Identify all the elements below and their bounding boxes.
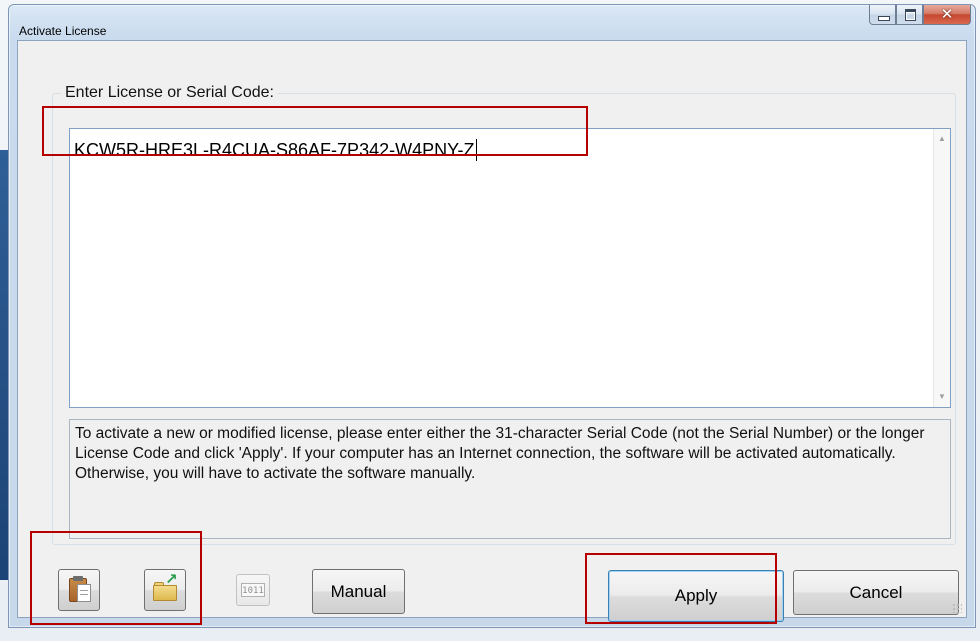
binary-button[interactable]: 1011	[236, 574, 270, 606]
maximize-button[interactable]	[896, 5, 923, 25]
license-code-text: KCW5R-HRE3L-R4CUA-S86AF-7P342-W4PNY-Z	[74, 140, 475, 160]
group-label: Enter License or Serial Code:	[61, 84, 278, 102]
text-caret	[476, 139, 477, 161]
scroll-up-arrow-icon[interactable]: ▲	[934, 131, 950, 147]
vertical-scrollbar[interactable]: ▲ ▼	[933, 129, 950, 407]
title-bar[interactable]: Activate License ✕	[9, 5, 975, 39]
desktop: Activate License ✕ Enter License or Seri…	[0, 0, 980, 641]
cancel-button-label: Cancel	[849, 583, 903, 602]
apply-button[interactable]: Apply	[608, 570, 784, 622]
minimize-icon	[878, 16, 890, 21]
apply-button-label: Apply	[674, 586, 718, 605]
dialog-body: Enter License or Serial Code: KCW5R-HRE3…	[17, 40, 967, 622]
license-group: Enter License or Serial Code: KCW5R-HRE3…	[52, 84, 956, 545]
manual-button-label: Manual	[330, 582, 387, 601]
folder-open-icon: ↗	[153, 572, 179, 602]
close-button[interactable]: ✕	[923, 5, 971, 25]
open-file-button[interactable]: ↗	[144, 569, 186, 611]
manual-button[interactable]: Manual	[312, 569, 405, 614]
close-icon: ✕	[940, 6, 954, 23]
cancel-button[interactable]: Cancel	[793, 570, 959, 615]
paste-clipboard-button[interactable]	[58, 569, 100, 611]
minimize-button[interactable]	[869, 5, 896, 25]
binary-icon: 1011	[241, 583, 265, 597]
license-code-input[interactable]: KCW5R-HRE3L-R4CUA-S86AF-7P342-W4PNY-Z ▲ …	[69, 128, 951, 408]
instructions-text: To activate a new or modified license, p…	[69, 419, 951, 539]
activate-license-window: Activate License ✕ Enter License or Seri…	[8, 4, 976, 628]
window-title: Activate License	[19, 24, 107, 38]
maximize-icon	[905, 9, 916, 21]
scroll-down-arrow-icon[interactable]: ▼	[934, 389, 950, 405]
window-controls: ✕	[869, 5, 971, 27]
background-edge	[0, 150, 8, 580]
clipboard-icon	[69, 576, 93, 606]
